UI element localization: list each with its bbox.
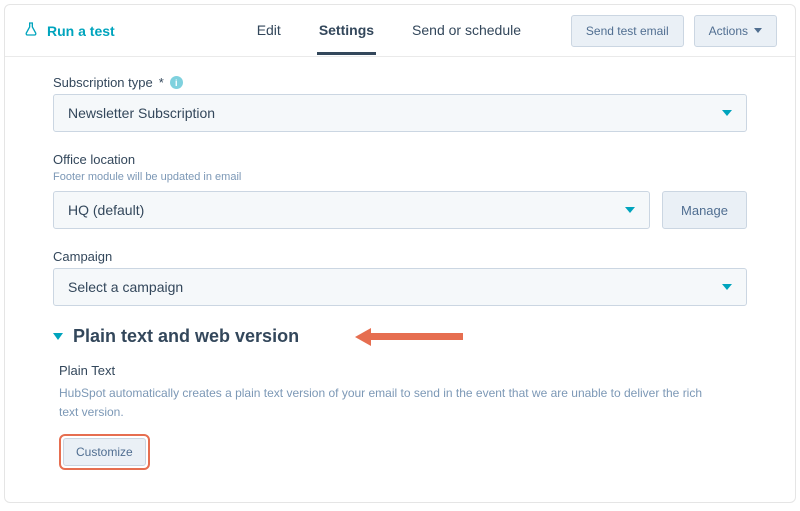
office-location-field: Office location Footer module will be up… — [53, 152, 747, 229]
settings-page: Run a test Edit Settings Send or schedul… — [4, 4, 796, 503]
campaign-select[interactable]: Select a campaign — [53, 268, 747, 306]
customize-button[interactable]: Customize — [63, 438, 146, 466]
caret-down-icon — [722, 284, 732, 290]
campaign-value: Select a campaign — [68, 279, 183, 295]
subscription-type-value: Newsletter Subscription — [68, 105, 215, 121]
required-marker: * — [159, 75, 164, 90]
office-location-value: HQ (default) — [68, 202, 144, 218]
send-test-label: Send test email — [586, 24, 669, 38]
top-actions: Send test email Actions — [571, 15, 777, 47]
caret-down-icon — [754, 28, 762, 33]
caret-down-icon — [722, 110, 732, 116]
tab-edit[interactable]: Edit — [255, 6, 283, 55]
label-text: Subscription type — [53, 75, 153, 90]
arrow-head-icon — [355, 328, 371, 346]
plain-text-subtitle: Plain Text — [59, 363, 747, 378]
customize-label: Customize — [76, 445, 133, 459]
office-row: HQ (default) Manage — [53, 191, 747, 229]
caret-down-icon — [625, 207, 635, 213]
label-text: Campaign — [53, 249, 112, 264]
run-test-label: Run a test — [47, 23, 115, 39]
plain-text-section-toggle[interactable]: Plain text and web version — [53, 326, 747, 347]
campaign-field: Campaign Select a campaign — [53, 249, 747, 306]
plain-text-description: HubSpot automatically creates a plain te… — [59, 384, 719, 422]
manage-label: Manage — [681, 203, 728, 218]
tabs: Edit Settings Send or schedule — [255, 6, 523, 55]
plain-text-section-title: Plain text and web version — [73, 326, 299, 347]
chevron-down-icon — [53, 333, 63, 340]
actions-label: Actions — [709, 24, 748, 38]
flask-icon — [23, 21, 39, 40]
topbar: Run a test Edit Settings Send or schedul… — [5, 5, 795, 57]
plain-text-subsection: Plain Text HubSpot automatically creates… — [53, 363, 747, 470]
label-text: Office location — [53, 152, 135, 167]
annotation-highlight: Customize — [59, 434, 150, 470]
tab-send-schedule[interactable]: Send or schedule — [410, 6, 523, 55]
campaign-label: Campaign — [53, 249, 747, 264]
office-location-hint: Footer module will be updated in email — [53, 171, 747, 183]
subscription-type-field: Subscription type * i Newsletter Subscri… — [53, 75, 747, 132]
send-test-email-button[interactable]: Send test email — [571, 15, 684, 47]
office-location-select[interactable]: HQ (default) — [53, 191, 650, 229]
info-icon[interactable]: i — [170, 76, 183, 89]
tab-settings[interactable]: Settings — [317, 6, 376, 55]
arrow-shaft — [371, 333, 463, 340]
office-location-label: Office location — [53, 152, 747, 167]
manage-button[interactable]: Manage — [662, 191, 747, 229]
content: Subscription type * i Newsletter Subscri… — [5, 57, 795, 490]
annotation-arrow — [355, 328, 463, 346]
subscription-type-select[interactable]: Newsletter Subscription — [53, 94, 747, 132]
run-a-test-link[interactable]: Run a test — [23, 21, 115, 40]
actions-dropdown-button[interactable]: Actions — [694, 15, 777, 47]
subscription-type-label: Subscription type * i — [53, 75, 747, 90]
